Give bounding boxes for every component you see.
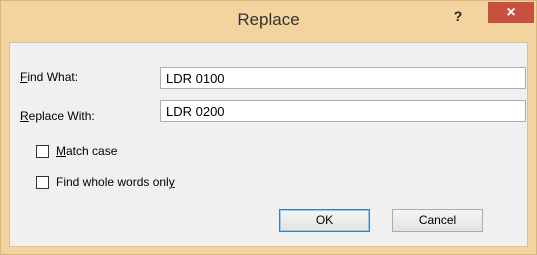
close-icon: × bbox=[506, 4, 516, 21]
whole-words-option[interactable]: Find whole words only bbox=[36, 175, 175, 189]
replace-dialog: Replace ? × Find What: LDR 0100 Replace … bbox=[0, 0, 537, 255]
match-case-label: Match case bbox=[56, 144, 118, 158]
match-case-checkbox[interactable] bbox=[36, 144, 49, 158]
replace-with-input[interactable]: LDR 0200 bbox=[160, 100, 526, 122]
find-what-label: Find What: bbox=[20, 70, 79, 84]
title-bar[interactable]: Replace ? × bbox=[1, 1, 536, 41]
cancel-button[interactable]: Cancel bbox=[392, 209, 483, 232]
replace-with-label: Replace With: bbox=[20, 109, 95, 123]
match-case-option[interactable]: Match case bbox=[36, 144, 117, 158]
help-button[interactable]: ? bbox=[445, 5, 471, 27]
whole-words-checkbox[interactable] bbox=[36, 175, 49, 189]
close-button[interactable]: × bbox=[488, 2, 534, 23]
ok-button[interactable]: OK bbox=[279, 209, 370, 232]
whole-words-label: Find whole words only bbox=[56, 175, 175, 189]
dialog-content: Find What: LDR 0100 Replace With: LDR 02… bbox=[9, 42, 528, 247]
find-what-input[interactable]: LDR 0100 bbox=[160, 67, 526, 89]
